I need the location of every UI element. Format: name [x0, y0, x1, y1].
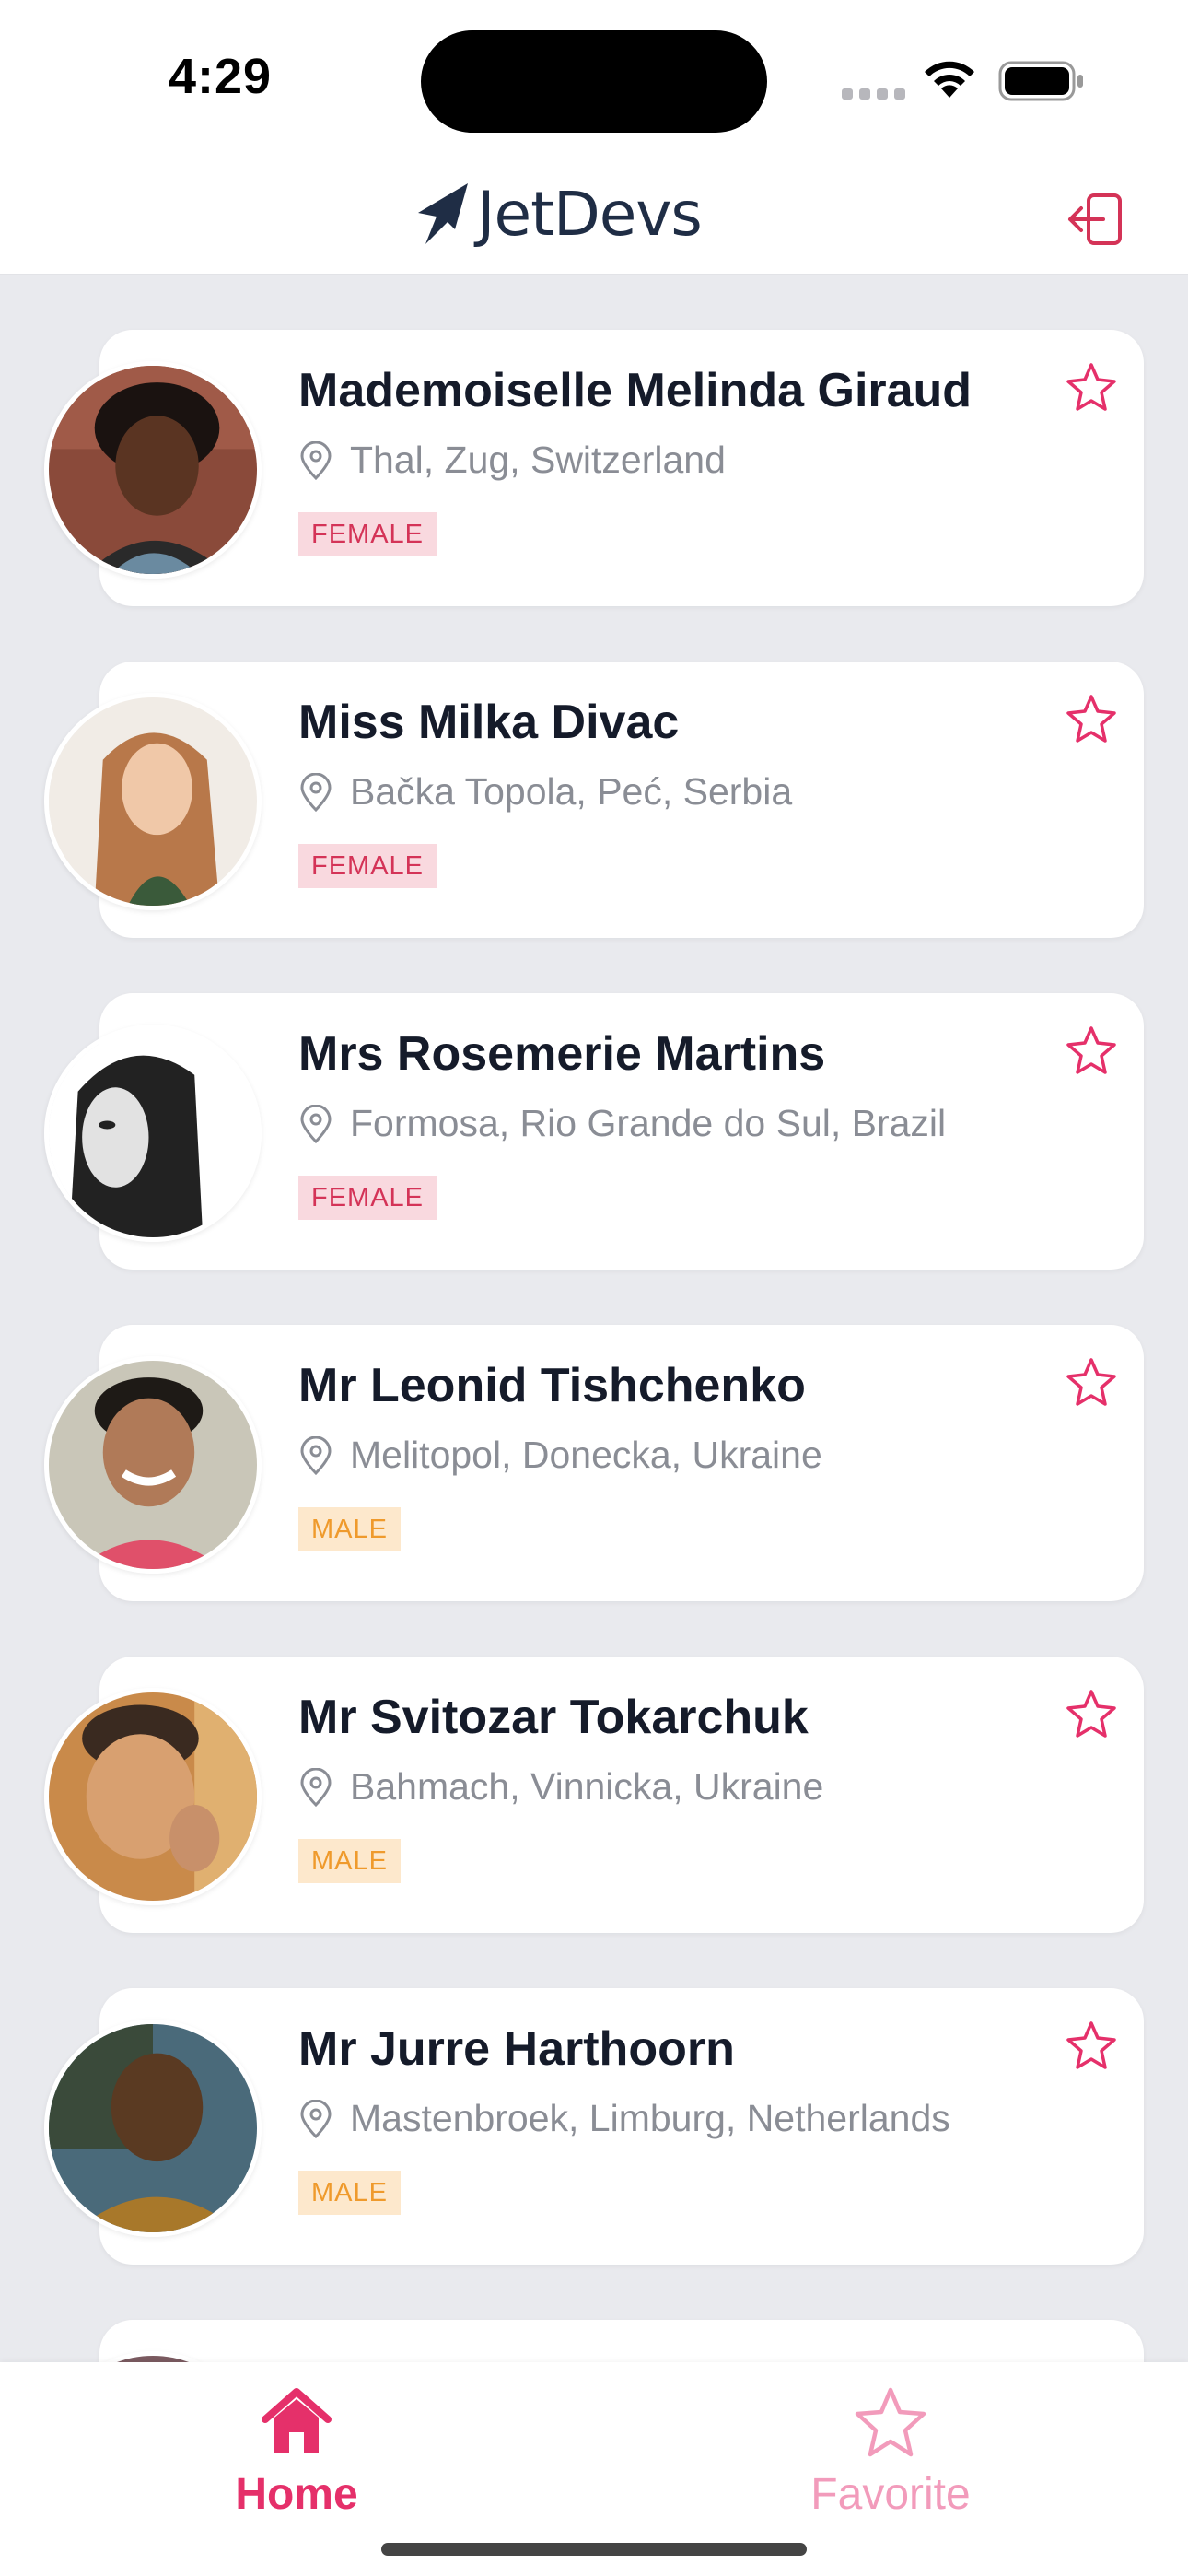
avatar [44, 1688, 262, 1905]
tab-favorite-label: Favorite [810, 2470, 971, 2519]
location-pin-icon [300, 1435, 332, 1475]
avatar [44, 1356, 262, 1574]
favorite-star-icon[interactable] [1065, 361, 1118, 413]
gender-badge: MALE [298, 1507, 401, 1551]
location-pin-icon [300, 2099, 332, 2138]
avatar [44, 361, 262, 579]
status-time: 4:29 [169, 49, 273, 104]
gender-badge: MALE [298, 1839, 401, 1883]
jet-logo-icon [418, 183, 468, 244]
user-location: Bahmach, Vinnicka, Ukraine [298, 1765, 823, 1809]
user-name: Mr Leonid Tishchenko [298, 1359, 806, 1412]
tab-home[interactable]: Home [177, 2384, 416, 2520]
cellular-signal-icon [842, 87, 906, 100]
jetdevs-logo: JetDevs [414, 177, 703, 251]
gender-badge: FEMALE [298, 1176, 437, 1220]
avatar [44, 2020, 262, 2237]
home-icon [262, 2388, 332, 2453]
user-name: Miss Milka Divac [298, 696, 680, 749]
battery-icon [998, 61, 1083, 101]
user-location: Thal, Zug, Switzerland [298, 439, 726, 482]
location-pin-icon [300, 440, 332, 480]
user-location: Formosa, Rio Grande do Sul, Brazil [298, 1102, 946, 1145]
wifi-icon [925, 61, 974, 98]
location-pin-icon [300, 772, 332, 812]
user-name: Mr Jurre Harthoorn [298, 2022, 735, 2076]
favorite-star-icon[interactable] [1065, 1025, 1118, 1076]
avatar [44, 1025, 262, 1242]
user-name: Mrs Rosemerie Martins [298, 1027, 826, 1081]
user-location: Mastenbroek, Limburg, Netherlands [298, 2097, 950, 2140]
gender-badge: MALE [298, 2171, 401, 2215]
tab-home-label: Home [235, 2470, 358, 2519]
location-pin-icon [300, 1767, 332, 1807]
favorite-star-icon[interactable] [1065, 2020, 1118, 2071]
favorite-star-icon[interactable] [1065, 693, 1118, 744]
tab-favorite[interactable]: Favorite [771, 2384, 1010, 2520]
dynamic-island [421, 30, 767, 133]
app-header: JetDevs [0, 157, 1188, 275]
user-location: Melitopol, Donecka, Ukraine [298, 1434, 822, 1477]
favorite-star-icon[interactable] [1065, 1356, 1118, 1408]
brand-name: JetDevs [477, 178, 703, 250]
user-location: Bačka Topola, Peć, Serbia [298, 770, 792, 814]
logout-icon[interactable] [1066, 190, 1125, 249]
user-list[interactable]: Mademoiselle Melinda Giraud Thal, Zug, S… [0, 275, 1188, 2362]
favorite-star-icon[interactable] [1065, 1688, 1118, 1739]
user-card[interactable] [99, 2320, 1144, 2362]
home-indicator [381, 2543, 807, 2556]
user-name: Mademoiselle Melinda Giraud [298, 364, 973, 417]
star-icon [855, 2387, 926, 2457]
gender-badge: FEMALE [298, 512, 437, 556]
user-name: Mr Svitozar Tokarchuk [298, 1691, 809, 1744]
location-pin-icon [300, 1104, 332, 1143]
gender-badge: FEMALE [298, 844, 437, 888]
avatar [44, 693, 262, 910]
status-bar: 4:29 [0, 0, 1188, 157]
